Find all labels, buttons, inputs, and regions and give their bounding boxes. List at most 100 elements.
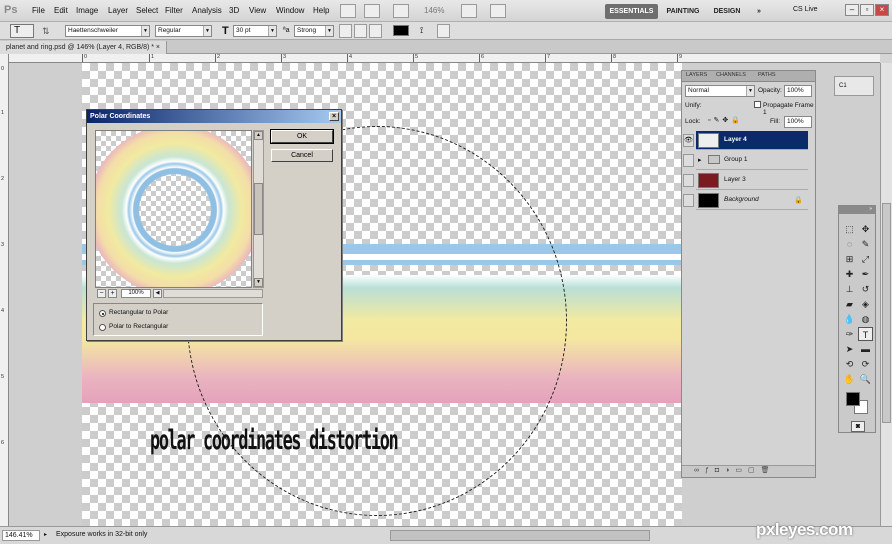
move-tool-icon[interactable]: ✥ xyxy=(858,222,873,236)
menu-file[interactable]: File xyxy=(32,6,45,15)
foreground-color-swatch[interactable] xyxy=(846,392,860,406)
bridge-icon[interactable] xyxy=(340,4,356,18)
arrange-documents-icon[interactable] xyxy=(461,4,477,18)
screen-mode-icon[interactable] xyxy=(490,4,506,18)
cancel-button[interactable]: Cancel xyxy=(271,149,333,162)
restore-icon[interactable]: ▫ xyxy=(860,4,874,16)
horizontal-scrollbar-thumb[interactable] xyxy=(390,530,650,541)
crop-tool-icon[interactable]: ⊞ xyxy=(842,252,857,266)
more-workspaces-icon[interactable]: » xyxy=(753,4,765,19)
3d-rotate-tool-icon[interactable]: ⟲ xyxy=(842,357,857,371)
scrollbar-thumb[interactable] xyxy=(882,203,891,423)
warp-text-icon[interactable]: ⟟ xyxy=(420,25,423,36)
brush-tool-icon[interactable]: ✒ xyxy=(858,267,873,281)
zoom-tool-icon[interactable]: 🔍 xyxy=(858,372,873,386)
text-color-swatch[interactable] xyxy=(393,25,409,36)
radio-polar-to-rect[interactable] xyxy=(99,324,106,331)
tools-panel-header[interactable]: » xyxy=(839,206,875,214)
quick-mask-icon[interactable]: ◙ xyxy=(851,421,865,432)
type-tool-icon[interactable]: T xyxy=(858,327,873,341)
cs-live-button[interactable]: CS Live xyxy=(793,6,818,13)
preview-scroll-thumb[interactable] xyxy=(254,183,263,235)
align-center-icon[interactable] xyxy=(354,24,367,38)
collapsed-panel-button[interactable]: C1 xyxy=(834,76,874,96)
workspace-painting[interactable]: PAINTING xyxy=(663,4,703,19)
shape-tool-icon[interactable]: ▬ xyxy=(858,342,873,356)
fx-icon[interactable]: ƒ xyxy=(705,467,715,474)
close-icon[interactable]: × xyxy=(875,4,889,16)
scroll-left-icon[interactable]: ◀ xyxy=(153,289,162,298)
document-tab[interactable]: planet and ring.psd @ 146% (Layer 4, RGB… xyxy=(0,41,168,54)
fill-field[interactable]: 100% xyxy=(784,116,812,128)
eraser-tool-icon[interactable]: ▰ xyxy=(842,297,857,311)
menu-edit[interactable]: Edit xyxy=(54,6,68,15)
menu-help[interactable]: Help xyxy=(313,6,329,15)
font-family-select[interactable]: Haettenschweiler ▼ xyxy=(65,25,150,37)
eye-icon[interactable] xyxy=(683,174,694,187)
expand-arrow-icon[interactable]: ▸ xyxy=(698,156,702,164)
link-layers-icon[interactable]: ∞ xyxy=(694,467,705,474)
trash-icon[interactable]: 🗑 xyxy=(761,467,776,474)
3d-orbit-tool-icon[interactable]: ⟳ xyxy=(858,357,873,371)
new-layer-icon[interactable]: ▢ xyxy=(748,467,761,474)
close-tab-icon[interactable]: × xyxy=(156,44,160,51)
tool-preset-picker[interactable]: T xyxy=(10,24,34,38)
dialog-title-bar[interactable]: Polar Coordinates × xyxy=(87,110,341,123)
eye-icon[interactable] xyxy=(683,194,694,207)
workspace-design[interactable]: DESIGN xyxy=(709,4,745,19)
workspace-essentials[interactable]: ESSENTIALS xyxy=(605,4,658,19)
tab-paths[interactable]: PATHS xyxy=(758,72,776,78)
adjustment-layer-icon[interactable]: ◑ xyxy=(725,467,735,474)
lasso-tool-icon[interactable]: ◌ xyxy=(842,237,857,251)
menu-layer[interactable]: Layer xyxy=(108,6,128,15)
tab-layers[interactable]: LAYERS xyxy=(686,72,707,78)
status-zoom-field[interactable]: 146.41% xyxy=(2,530,40,541)
minibridge-icon[interactable] xyxy=(364,4,380,18)
zoom-level[interactable]: 146% xyxy=(424,6,444,15)
hand-tool-icon[interactable]: ✋ xyxy=(842,372,857,386)
filter-preview[interactable] xyxy=(95,130,252,288)
paint-bucket-tool-icon[interactable]: ◈ xyxy=(858,297,873,311)
text-orientation-icon[interactable]: ⇅ xyxy=(42,26,50,37)
view-extras-icon[interactable] xyxy=(393,4,409,18)
align-right-icon[interactable] xyxy=(369,24,382,38)
menu-filter[interactable]: Filter xyxy=(165,6,183,15)
menu-window[interactable]: Window xyxy=(276,6,304,15)
opacity-field[interactable]: 100% xyxy=(784,85,812,97)
radio-rect-to-polar[interactable] xyxy=(99,310,106,317)
radio-label[interactable]: Polar to Rectangular xyxy=(109,323,168,330)
propagate-checkbox[interactable] xyxy=(754,101,761,108)
lock-icons[interactable]: ▫✎✥🔒 xyxy=(708,116,743,124)
zoom-in-button[interactable]: + xyxy=(108,289,117,298)
menu-analysis[interactable]: Analysis xyxy=(192,6,222,15)
font-style-select[interactable]: Regular ▼ xyxy=(155,25,212,37)
scroll-up-icon[interactable]: ▲ xyxy=(254,131,263,140)
menu-image[interactable]: Image xyxy=(76,6,98,15)
clone-stamp-tool-icon[interactable]: ⊥ xyxy=(842,282,857,296)
pen-tool-icon[interactable]: ✑ xyxy=(842,327,857,341)
tab-channels[interactable]: CHANNELS xyxy=(716,72,746,78)
healing-brush-tool-icon[interactable]: ✚ xyxy=(842,267,857,281)
eye-icon[interactable]: 👁 xyxy=(683,134,694,147)
close-icon[interactable]: × xyxy=(329,112,339,121)
dodge-tool-icon[interactable]: ◍ xyxy=(858,312,873,326)
vertical-scrollbar[interactable] xyxy=(880,63,892,526)
character-panel-icon[interactable] xyxy=(437,24,450,38)
scroll-down-icon[interactable]: ▼ xyxy=(254,278,263,287)
minimize-icon[interactable]: – xyxy=(845,4,859,16)
radio-label[interactable]: Rectangular to Polar xyxy=(109,309,168,316)
status-arrow-icon[interactable]: ▸ xyxy=(44,531,47,538)
layer-row[interactable]: ▸ Group 1 xyxy=(683,151,808,170)
new-group-icon[interactable]: ▭ xyxy=(735,467,748,474)
antialias-select[interactable]: Strong ▼ xyxy=(294,25,334,37)
history-brush-tool-icon[interactable]: ↺ xyxy=(858,282,873,296)
quick-select-tool-icon[interactable]: ✎ xyxy=(858,237,873,251)
eyedropper-tool-icon[interactable]: ⤢ xyxy=(858,252,873,266)
marquee-tool-icon[interactable]: ⬚ xyxy=(842,222,857,236)
ok-button[interactable]: OK xyxy=(270,129,334,144)
align-left-icon[interactable] xyxy=(339,24,352,38)
layer-row[interactable]: Background 🔒 xyxy=(683,191,808,210)
layer-row[interactable]: 👁 Layer 4 xyxy=(683,131,808,150)
zoom-out-button[interactable]: − xyxy=(97,289,106,298)
menu-3d[interactable]: 3D xyxy=(229,6,239,15)
